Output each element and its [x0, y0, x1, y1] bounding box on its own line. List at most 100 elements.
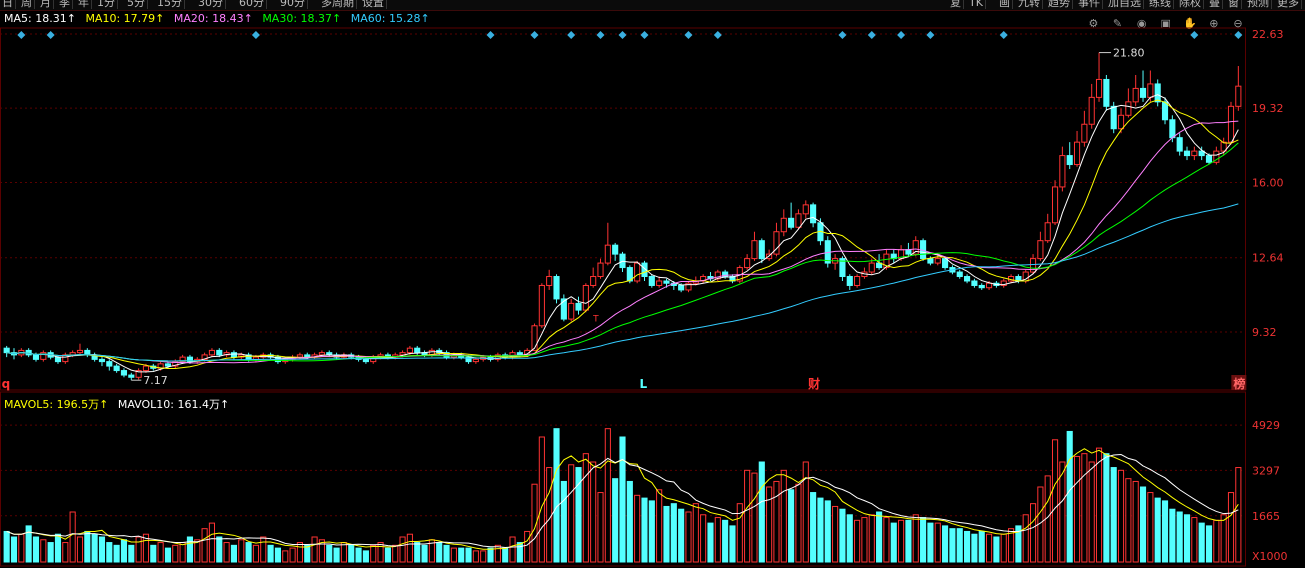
candle-body: [744, 258, 751, 269]
volume-bar: [641, 497, 648, 563]
candle-body: [516, 352, 523, 356]
marker-t: T: [592, 314, 599, 324]
signal-diamond: [999, 31, 1008, 39]
event-marker: 财: [807, 376, 820, 391]
volume-bar: [758, 461, 765, 563]
volume-bar: [773, 480, 780, 563]
volume-bar: [692, 503, 699, 563]
candle-body: [1132, 87, 1139, 103]
volume-bar: [333, 547, 340, 563]
signal-diamond: [618, 31, 627, 39]
candle-body: [106, 361, 113, 367]
candle-body: [531, 325, 538, 351]
volume-bar: [164, 547, 172, 563]
volume-bar: [839, 508, 846, 563]
volume-bar: [766, 486, 773, 563]
volume-bar: [1051, 439, 1059, 563]
candle-body: [1095, 78, 1103, 98]
candle-body: [164, 363, 172, 367]
candle-body: [414, 347, 421, 354]
signal-diamond: [897, 31, 906, 39]
candle-body: [3, 347, 10, 354]
price-axis-label: 9.32: [1252, 326, 1277, 339]
volume-bar: [876, 511, 883, 563]
candle-body: [956, 271, 963, 278]
volume-bar: [1081, 453, 1088, 563]
candle-body: [927, 258, 934, 264]
signal-diamond: [486, 31, 495, 39]
volume-bar: [1183, 514, 1191, 563]
candle-body: [318, 352, 325, 356]
candle-body: [1044, 222, 1051, 242]
candle-body: [582, 284, 589, 311]
volume-bar: [832, 505, 839, 563]
volume-bar: [648, 500, 655, 563]
signal-diamond: [838, 31, 847, 39]
candle-body: [142, 365, 150, 372]
volume-bar: [238, 539, 245, 563]
candle-body: [560, 298, 567, 320]
volume-bar: [1073, 455, 1081, 563]
candle-body: [1037, 240, 1044, 260]
volume-bar: [810, 492, 817, 563]
volume-bar: [443, 544, 450, 563]
volume-bar: [10, 536, 18, 563]
volume-bar: [128, 544, 135, 563]
signal-diamond: [684, 31, 693, 39]
volume-bar: [846, 514, 853, 563]
candle-body: [1139, 87, 1147, 98]
volume-bar: [436, 542, 443, 563]
volume-bar: [942, 525, 949, 563]
volume-bar: [296, 542, 303, 563]
candle-body: [758, 240, 765, 260]
candle-body: [1081, 123, 1088, 143]
volume-bar: [348, 544, 355, 563]
volume-bar: [795, 483, 802, 563]
kline-chart[interactable]: 9.32 12.64 16.00 19.32 22.63 1665 3297 4929 X100…: [0, 0, 1305, 568]
candle-body: [362, 358, 369, 363]
volume-bar: [986, 533, 993, 563]
volume-bar: [458, 547, 465, 563]
low-label: 7.17: [143, 374, 168, 387]
volume-bar: [340, 542, 347, 563]
candle-body: [568, 302, 575, 320]
volume-bar: [912, 514, 919, 563]
volume-bar: [516, 542, 523, 563]
volume-bar: [861, 517, 868, 563]
signal-diamond: [530, 31, 539, 39]
candle-body: [597, 262, 604, 278]
candle-body: [1103, 78, 1110, 107]
candle-body: [406, 347, 413, 354]
volume-bar: [1132, 480, 1139, 563]
volume-bar: [157, 542, 164, 563]
volume-bar: [1161, 500, 1169, 563]
volume-bar: [399, 536, 406, 563]
volume-bar: [524, 530, 531, 563]
volume-bar: [817, 497, 824, 563]
candle-body: [1147, 83, 1154, 98]
volume-bar: [208, 522, 216, 563]
volume-bar: [1205, 525, 1213, 563]
signal-diamond: [867, 31, 876, 39]
signal-diamond: [567, 31, 576, 39]
volume-bar: [186, 536, 194, 563]
volume-bar: [824, 500, 831, 563]
volume-bar: [1139, 486, 1147, 563]
volume-bar: [714, 517, 721, 563]
candle-body: [810, 204, 817, 224]
volume-bar: [1103, 453, 1110, 563]
candle-body: [304, 354, 311, 358]
candle-body: [780, 217, 787, 233]
candle-body: [604, 244, 611, 264]
volume-bar: [450, 547, 457, 563]
volume-bar: [414, 542, 421, 563]
volume-bar: [956, 528, 963, 563]
volume-bar: [69, 511, 76, 563]
volume-bar: [993, 536, 1000, 563]
signal-diamond: [640, 31, 649, 39]
volume-bar: [582, 453, 589, 563]
candle-body: [546, 276, 553, 286]
volume-bar: [98, 536, 106, 563]
candle-body: [120, 370, 128, 376]
volume-bar: [150, 544, 157, 563]
